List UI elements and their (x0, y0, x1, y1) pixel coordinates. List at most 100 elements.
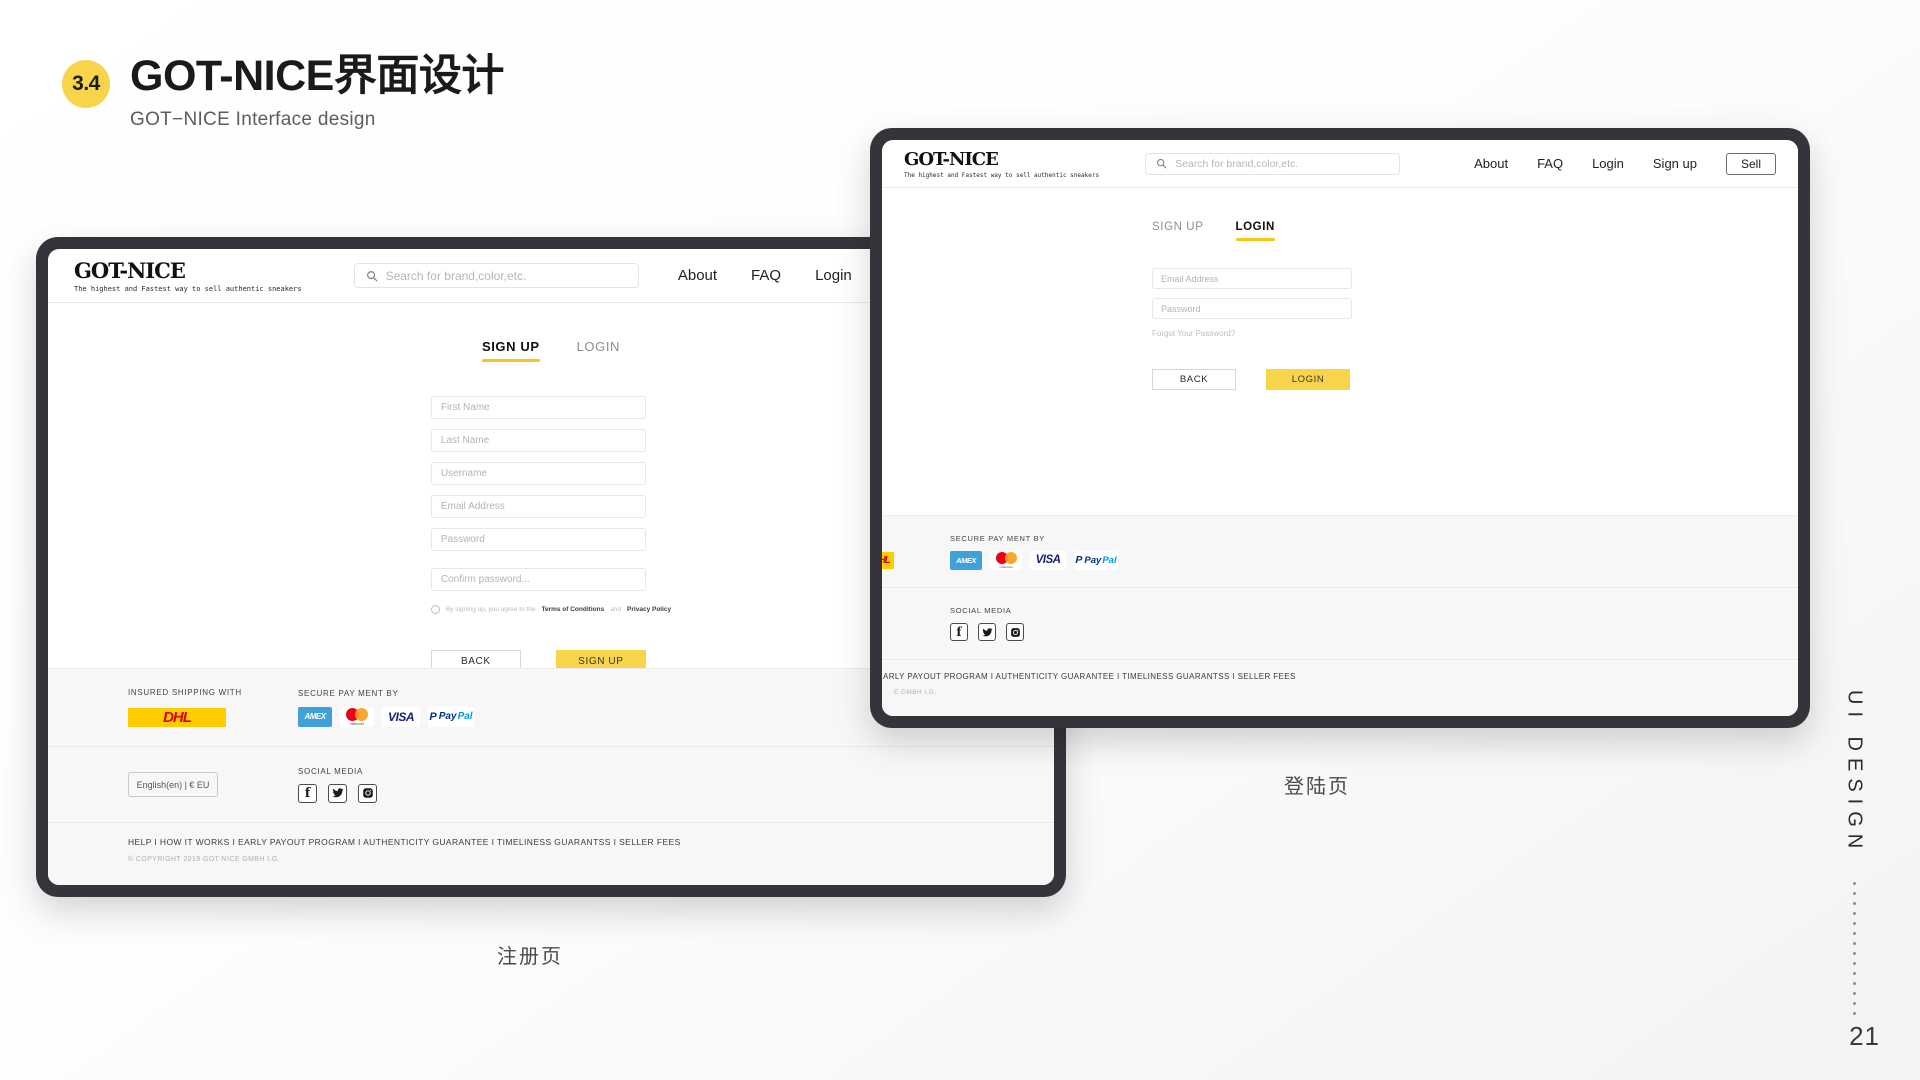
footer-payment-row-login: DHL SECURE PAY MENT BY AMEX (882, 516, 1798, 588)
forgot-password-link[interactable]: Forgot Your Password? (1152, 329, 1798, 338)
footer-links[interactable]: HELP I HOW IT WORKS I EARLY PAYOUT PROGR… (128, 837, 974, 847)
instagram-icon-login[interactable] (1006, 623, 1024, 641)
nav-item-faq-login[interactable]: FAQ (1537, 156, 1563, 171)
auth-tabs-login: SIGN UP LOGIN (1152, 221, 1798, 241)
social-label: SOCIAL MEDIA (298, 766, 364, 776)
facebook-icon-login[interactable]: f (950, 623, 968, 641)
payment-methods-list-login: AMEX mastercard VISA P Pay Pal (950, 550, 1118, 570)
shipping-block: INSURED SHIPPING WITH DHL (128, 688, 298, 727)
nav-item-about[interactable]: About (678, 267, 717, 284)
footer-social-row-login: SOCIAL MEDIA f (882, 588, 1798, 660)
social-icons-list: f (298, 783, 377, 803)
footer-links-row: HELP I HOW IT WORKS I EARLY PAYOUT PROGR… (48, 823, 1054, 885)
login-back-button[interactable]: BACK (1152, 369, 1236, 390)
email-field[interactable]: Email Address (430, 495, 646, 518)
search-icon (366, 270, 377, 281)
paypal-pay-text-login: Pay (1084, 554, 1102, 566)
amex-label: AMEX (304, 712, 326, 721)
nav-item-faq[interactable]: FAQ (751, 267, 781, 284)
paypal-pal-text: Pal (457, 711, 473, 722)
copyright-text-login: E GMBH I.G. (894, 689, 937, 696)
site-header-login: GOT-NICE The highest and Fastest way to … (882, 140, 1798, 188)
main-nav-login: About FAQ Login Sign up Sell (1474, 152, 1776, 175)
dhl-logo: DHL (128, 708, 226, 727)
payment-block-login: SECURE PAY MENT BY AMEX mastercard VISA … (950, 534, 1118, 570)
page-subtitle: GOT−NICE Interface design (130, 109, 376, 131)
amex-logo: AMEX (298, 706, 332, 727)
login-form: Email Address Password Forgot Your Passw… (1152, 268, 1798, 390)
payment-methods-list: AMEX mastercard VISA P Pay Pal (298, 706, 474, 727)
username-field[interactable]: Username (430, 462, 646, 485)
agree-radio[interactable] (430, 605, 440, 614)
brand-tagline: The highest and Fastest way to sell auth… (74, 285, 302, 293)
paypal-pay-text: Pay (438, 711, 457, 722)
social-block: SOCIAL MEDIA f (298, 767, 377, 803)
mastercard-label: mastercard (350, 721, 364, 726)
tab-sign-up[interactable]: SIGN UP (481, 339, 540, 362)
search-placeholder-text-login: Search for brand,color,etc. (1175, 157, 1299, 170)
brand-name: GOT-NICE (74, 258, 186, 283)
dhl-logo-cropped: DHL (882, 552, 894, 569)
footer-links-row-login: I EARLY PAYOUT PROGRAM I AUTHENTICITY GU… (882, 660, 1798, 716)
page-title: GOT-NICE界面设计 (130, 52, 504, 100)
login-email-field[interactable]: Email Address (1152, 268, 1352, 289)
tab-sign-up-login[interactable]: SIGN UP (1152, 221, 1204, 233)
payment-label: SECURE PAY MENT BY (298, 688, 399, 698)
social-icons-list-login: f (950, 623, 1024, 641)
tab-login-login[interactable]: LOGIN (1235, 221, 1276, 241)
shipping-label: INSURED SHIPPING WITH (128, 688, 242, 697)
paypal-logo: P Pay Pal (428, 706, 474, 727)
caption-login: 登陆页 (1284, 776, 1350, 798)
visa-label: VISA (387, 709, 415, 724)
search-placeholder-text: Search for brand,color,etc. (385, 268, 527, 283)
amex-logo-login: AMEX (950, 550, 982, 570)
facebook-icon[interactable]: f (298, 783, 317, 803)
search-input[interactable]: Search for brand,color,etc. (353, 263, 639, 288)
agree-prefix-text: By signing up, you agree to the (445, 606, 536, 613)
login-screen: GOT-NICE The highest and Fastest way to … (882, 140, 1798, 716)
brand-logo-login[interactable]: GOT-NICE The highest and Fastest way to … (904, 149, 1099, 179)
brand-logo-signup[interactable]: GOT-NICE The highest and Fastest way to … (74, 258, 302, 293)
nav-item-login[interactable]: Login (815, 267, 852, 284)
brand-tagline-login: The highest and Fastest way to sell auth… (904, 171, 1100, 179)
login-submit-button[interactable]: LOGIN (1266, 369, 1350, 390)
instagram-icon[interactable] (358, 783, 377, 803)
terms-of-conditions-link[interactable]: Terms of Conditions (541, 606, 604, 613)
tab-login[interactable]: LOGIN (577, 339, 620, 354)
social-block-login: SOCIAL MEDIA f (950, 606, 1024, 641)
footer-social-row: English(en) | € EU SOCIAL MEDIA f (48, 747, 1054, 823)
nav-item-about-login[interactable]: About (1474, 156, 1508, 171)
visa-label-login: VISA (1035, 554, 1061, 566)
visa-logo-login: VISA (1030, 550, 1066, 570)
mastercard-label-login: mastercard (999, 564, 1013, 569)
search-input-login[interactable]: Search for brand,color,etc. (1145, 152, 1401, 175)
amex-label-login: AMEX (956, 555, 976, 565)
login-auth-panel: SIGN UP LOGIN Email Address Password For… (882, 188, 1798, 390)
privacy-policy-link[interactable]: Privacy Policy (627, 606, 671, 613)
twitter-icon[interactable] (328, 783, 347, 803)
language-selector[interactable]: English(en) | € EU (128, 772, 218, 797)
caption-signup: 注册页 (497, 946, 563, 968)
visa-logo: VISA (382, 706, 420, 727)
terms-agreement-row: By signing up, you agree to the Terms of… (430, 605, 671, 614)
payment-label-login: SECURE PAY MENT BY (950, 533, 1045, 543)
section-number-badge: 3.4 (62, 60, 110, 108)
social-label-login: SOCIAL MEDIA (950, 606, 1012, 615)
login-password-field[interactable]: Password (1152, 298, 1352, 319)
password-field[interactable]: Password (430, 528, 646, 551)
first-name-field[interactable]: First Name (430, 396, 646, 419)
sell-button-login[interactable]: Sell (1725, 152, 1776, 175)
last-name-field[interactable]: Last Name (430, 429, 646, 452)
payment-block: SECURE PAY MENT BY AMEX mastercard VISA … (298, 689, 474, 727)
paypal-glyph: P (429, 710, 437, 723)
nav-item-signup-login[interactable]: Sign up (1653, 156, 1697, 171)
language-block: English(en) | € EU (128, 772, 298, 797)
mastercard-logo: mastercard (340, 706, 374, 727)
footer-links-login[interactable]: I EARLY PAYOUT PROGRAM I AUTHENTICITY GU… (882, 672, 1718, 681)
nav-item-login-login[interactable]: Login (1592, 156, 1624, 171)
confirm-password-field[interactable]: Confirm password... (430, 568, 646, 591)
device-frame-login: GOT-NICE The highest and Fastest way to … (870, 128, 1810, 728)
twitter-icon-login[interactable] (978, 623, 996, 641)
signup-form: First Name Last Name Username Email Addr… (430, 396, 671, 672)
rail-label: UI DESIGN (1843, 690, 1866, 856)
